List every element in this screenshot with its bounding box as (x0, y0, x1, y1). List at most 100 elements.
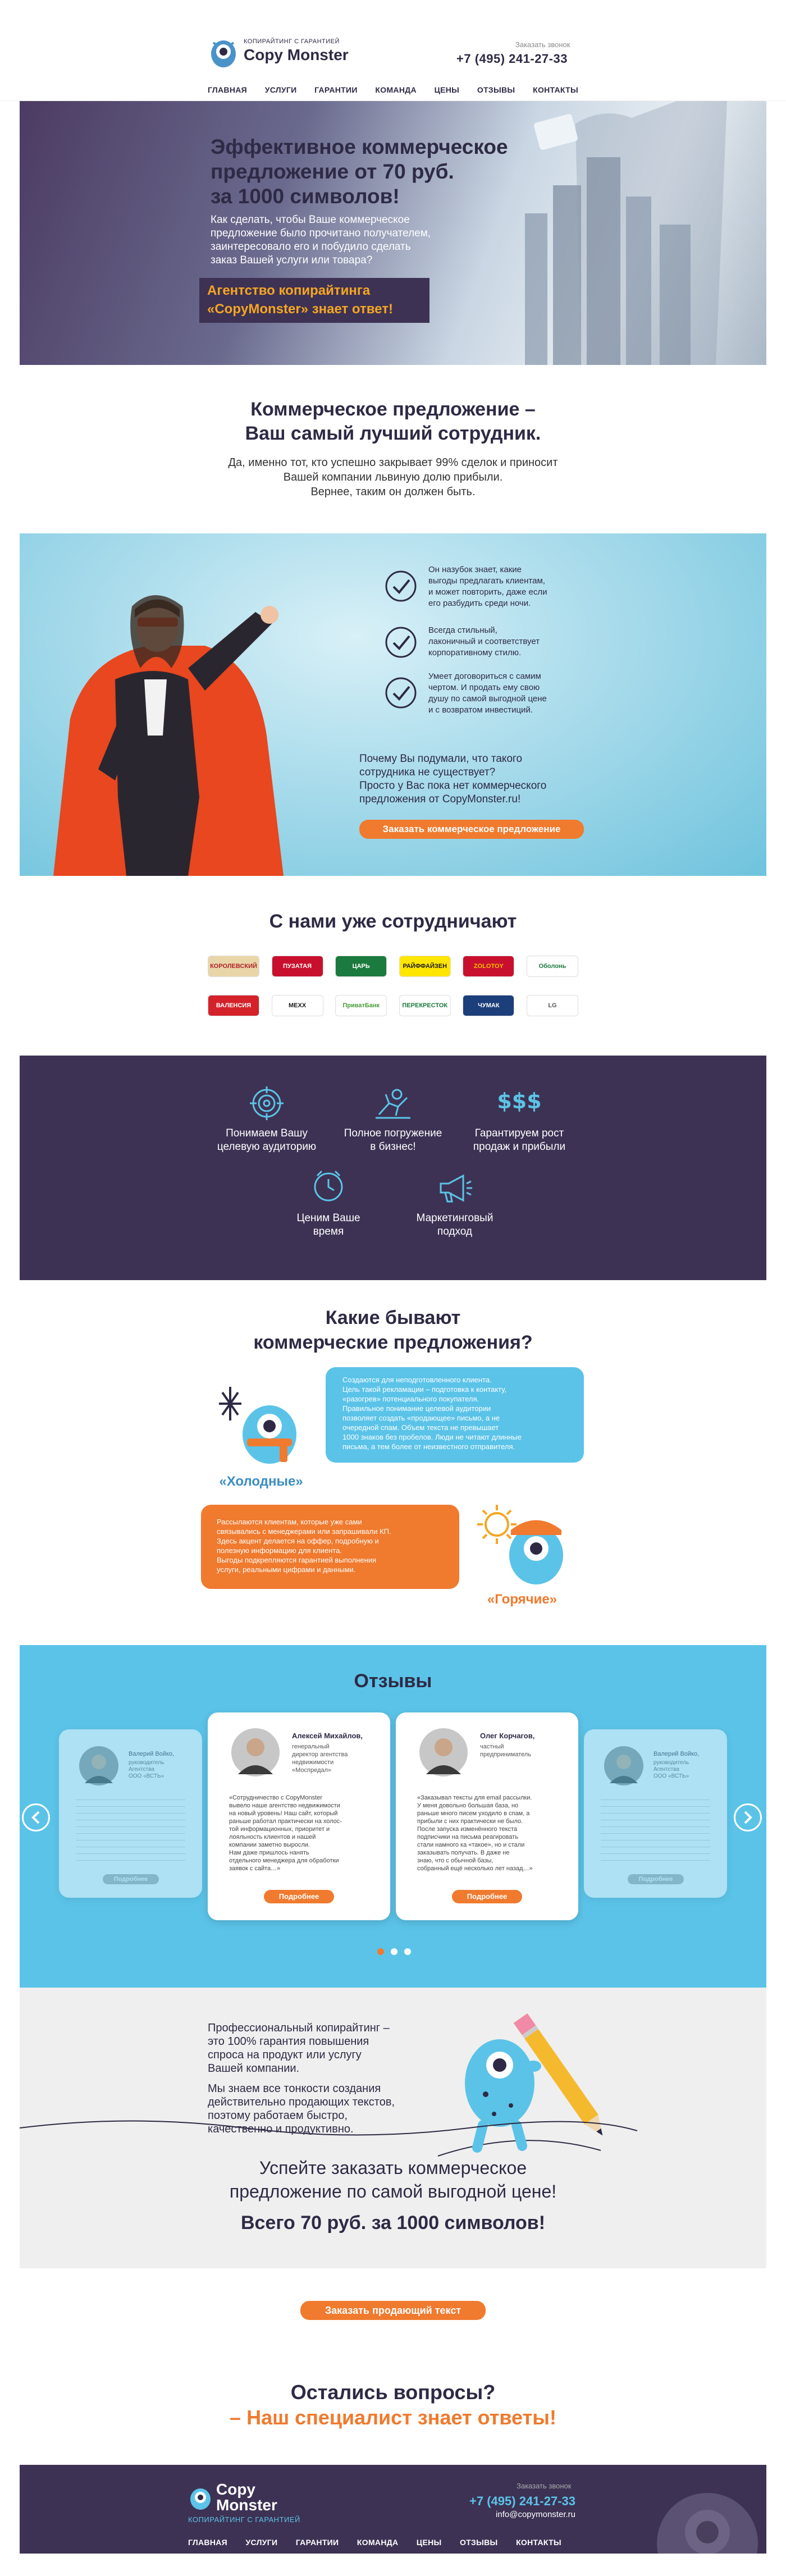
reviewer-role-line1: генеральный (292, 1743, 330, 1750)
clock-icon (314, 1170, 343, 1202)
feature-2-line1: Полное погружение (344, 1127, 442, 1139)
feature-5-line1: Маркетинговый (416, 1212, 493, 1224)
feature-5-label: Маркетинговый подход (393, 1212, 517, 1239)
reviewer-role: руководитель Агентства ООО «ВСТЬ» (129, 1760, 164, 1780)
footer-email[interactable]: info@copymonster.ru (463, 2510, 575, 2519)
monster-logo-icon (211, 40, 236, 67)
reviewer-name: Олег Корчагов, (480, 1732, 535, 1740)
order-offer-button[interactable]: Заказать коммерческое предложение (359, 820, 584, 839)
footer-brand[interactable]: Copy Monster (216, 2482, 277, 2513)
order-text-button[interactable]: Заказать продающий текст (300, 2301, 486, 2320)
carousel-prev-button[interactable] (22, 1803, 50, 1831)
types-title-line2: коммерческие предложения? (253, 1332, 533, 1353)
feature-item-1: Понимаем Вашу целевую аудиторию (205, 1086, 328, 1154)
nav-item-home[interactable]: ГЛАВНАЯ (208, 85, 247, 94)
hero-banner-line1: Агентство копирайтинга (207, 283, 371, 298)
review-line: отдельного менеджера для обработки (229, 1857, 339, 1864)
review-line: заявок с сайта…» (229, 1865, 281, 1872)
pro-p1-line2: это 100% гарантия повышения (208, 2035, 369, 2048)
review-card-1[interactable]: Алексей Михайлов, генеральный директор а… (208, 1712, 390, 1920)
footer-nav-services[interactable]: УСЛУГИ (246, 2538, 278, 2547)
review-line: прибыли с них практически не было. (417, 1818, 523, 1825)
question-line2: сотрудника не существует? (359, 766, 496, 778)
employee-title-line2: Ваш самый лучший сотрудник. (245, 423, 541, 444)
review-line: раньше работал практически на холос- (229, 1818, 342, 1825)
check-1-line2: выгоды предлагать клиентам, (428, 576, 545, 586)
footer-nav-reviews[interactable]: ОТЗЫВЫ (460, 2538, 498, 2547)
reviewer-role: руководитель Агентства ООО «ВСТЬ» (654, 1760, 689, 1780)
nav-item-contacts[interactable]: КОНТАКТЫ (533, 85, 578, 94)
carousel-dot[interactable] (404, 1948, 411, 1955)
review-line: лояльность клиентов и нашей (229, 1834, 316, 1840)
reviewer-name: Валерий Войко, (129, 1751, 175, 1757)
carousel-next-button[interactable] (734, 1803, 762, 1831)
footer-phone[interactable]: +7 (495) 241-27-33 (435, 2494, 575, 2509)
carousel-dot[interactable] (391, 1948, 397, 1955)
question-line4: предложения от CopyMonster.ru! (359, 793, 521, 805)
review-line: Нам даже пришлось нанять (229, 1849, 309, 1856)
partners-row-2: ВАЛЕНСИЯ MEXX ПриватБанк ПЕРЕКРЕСТОК ЧУМАК LG (208, 995, 578, 1017)
chevron-left-icon (31, 1811, 40, 1824)
check-3-line3: душу по самой выгодной цене (428, 694, 547, 704)
text-line: Цель такой рекламации – подготовка к кон… (342, 1385, 507, 1394)
reviewer-role-line4: «Моспредал» (292, 1767, 332, 1774)
text-line: Рассылаются клиентам, которые уже сами (217, 1518, 362, 1526)
text-line: «разогрев» потенциального покупателя. (342, 1395, 479, 1403)
footer-callback-link[interactable]: Заказать звонок (517, 2482, 571, 2490)
footer: Copy Monster КОПИРАЙТИНГ С ГАРАНТИЕЙ Зак… (20, 2465, 766, 2554)
avatar (79, 1746, 118, 1785)
text-line: 1000 знаков без пробелов. Люди не читают… (342, 1433, 522, 1441)
carousel-dot[interactable] (377, 1948, 384, 1955)
review-line: на новый уровень! Наш сайт, который (229, 1810, 338, 1817)
reviewer-role-line2: предприниматель (480, 1751, 532, 1758)
reviewer-role-line3: ООО «ВСТЬ» (129, 1773, 164, 1779)
hot-bubble: Рассылаются клиентам, которые уже сами св… (201, 1505, 459, 1589)
nav-item-reviews[interactable]: ОТЗЫВЫ (477, 85, 515, 94)
footer-nav-home[interactable]: ГЛАВНАЯ (188, 2538, 227, 2547)
footer-nav-prices[interactable]: ЦЕНЫ (417, 2538, 442, 2547)
footer-brand-line2: Monster (216, 2496, 277, 2514)
pro-p2-line1: Мы знаем все тонкости создания (208, 2082, 381, 2095)
header-logo[interactable]: КОПИРАЙТИНГ С ГАРАНТИЕЙ Copy Monster (208, 35, 365, 68)
employee-section: Коммерческое предложение – Ваш самый луч… (0, 365, 786, 533)
review-more-button[interactable]: Подробнее (103, 1874, 159, 1884)
review-more-button[interactable]: Подробнее (628, 1874, 684, 1884)
review-line: той информационных, приоритет и (229, 1826, 330, 1833)
review-more-button[interactable]: Подробнее (452, 1890, 522, 1903)
header-phone[interactable]: +7 (495) 241-27-33 (456, 52, 568, 66)
nav-item-team[interactable]: КОМАНДА (375, 85, 417, 94)
footer-nav-contacts[interactable]: КОНТАКТЫ (516, 2538, 561, 2547)
types-title: Какие бывают коммерческие предложения? (0, 1305, 786, 1355)
employee-text-line3: Вернее, таким он должен быть. (310, 486, 476, 498)
header-callback-link[interactable]: Заказать звонок (515, 40, 570, 49)
text-line: связывались с менеджерами или запрашивал… (217, 1527, 391, 1536)
reviewer-role: генеральный директор агентства недвижимо… (292, 1743, 348, 1774)
partner-logo: РАЙФФАЙЗЕН (399, 956, 451, 977)
review-line: заказывать получать. В даже не (417, 1849, 510, 1856)
nav-item-guarantees[interactable]: ГАРАНТИИ (314, 85, 358, 94)
text-line: Правильное понимание целевой аудитории (342, 1404, 491, 1413)
check-2-line3: корпоративному стилю. (428, 648, 522, 657)
text-line: Здесь акцент делается на оффер, подробну… (217, 1537, 379, 1545)
checkmark-icon (385, 677, 417, 709)
chevron-right-icon (744, 1811, 752, 1824)
footer-nav-guarantees[interactable]: ГАРАНТИИ (296, 2538, 339, 2547)
reviewer-role-line2: директор агентства (292, 1751, 348, 1758)
check-3-line4: и с возвратом инвестиций. (428, 705, 533, 715)
header-brand: Copy Monster (244, 46, 349, 63)
nav-item-prices[interactable]: ЦЕНЫ (435, 85, 460, 94)
reviewer-role-line2: Агентства (129, 1766, 154, 1773)
review-more-button[interactable]: Подробнее (264, 1890, 334, 1903)
employee-text-line1: Да, именно тот, кто успешно закрывает 99… (228, 456, 558, 469)
features-section: Понимаем Вашу целевую аудиторию Полное по… (20, 1056, 766, 1280)
order-title-line1: Успейте заказать коммерческое (259, 2158, 527, 2178)
review-card-2[interactable]: Олег Корчагов, частный предприниматель «… (396, 1712, 578, 1920)
nav-item-services[interactable]: УСЛУГИ (265, 85, 297, 94)
feature-1-line2: целевую аудиторию (217, 1141, 317, 1153)
review-card-faded-right[interactable]: Валерий Войко, руководитель Агентства ООО … (584, 1729, 727, 1898)
feature-1-label: Понимаем Вашу целевую аудиторию (205, 1127, 328, 1154)
squiggle-line (20, 2120, 638, 2136)
footer-nav-team[interactable]: КОМАНДА (357, 2538, 399, 2547)
review-card-faded-left[interactable]: Валерий Войко, руководитель Агентства ООО … (59, 1729, 202, 1898)
review-text-placeholder (76, 1796, 185, 1863)
